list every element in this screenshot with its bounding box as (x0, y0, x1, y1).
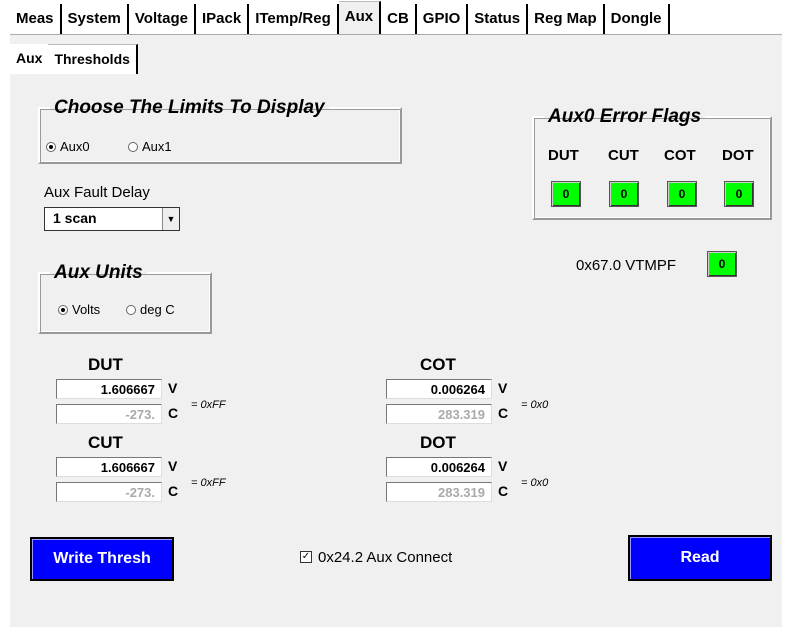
subtab-thresholds[interactable]: Thresholds (48, 44, 138, 75)
radio-aux0-indicator[interactable] (46, 141, 56, 152)
flag-label-dut: DUT (548, 147, 579, 164)
radio-aux0[interactable]: Aux0 (46, 139, 90, 154)
dut-hex-value: = 0xFF (191, 399, 226, 411)
cut-hex-value: = 0xFF (191, 477, 226, 489)
aux-connect-checkbox[interactable]: ✓ 0x24.2 Aux Connect (300, 549, 452, 566)
fault-delay-select[interactable]: 1 scan ▼ (44, 207, 180, 231)
radio-aux1-indicator[interactable] (128, 141, 138, 152)
dot-hex-value: = 0x0 (521, 477, 549, 489)
tab-gpio[interactable]: GPIO (416, 4, 469, 34)
radio-volts[interactable]: Volts (58, 302, 100, 317)
write-thresh-button[interactable]: Write Thresh (30, 537, 174, 581)
checkbox-indicator[interactable]: ✓ (300, 551, 312, 564)
read-button[interactable]: Read (628, 535, 772, 581)
fault-delay-label: Aux Fault Delay (44, 184, 150, 201)
radio-degc-indicator[interactable] (126, 304, 136, 315)
cot-volts-unit: V (498, 380, 508, 396)
flag-led-dut: 0 (551, 181, 581, 207)
tab-meas[interactable]: Meas (10, 4, 62, 34)
dot-celsius-input[interactable]: 283.319 (386, 482, 492, 502)
subtab-aux[interactable]: Aux (10, 44, 49, 74)
radio-volts-label: Volts (72, 302, 101, 317)
radio-aux1[interactable]: Aux1 (128, 139, 172, 154)
dut-celsius-unit: C (168, 405, 179, 421)
vtmpf-led: 0 (707, 251, 737, 277)
radio-volts-indicator[interactable] (58, 304, 68, 315)
cot-celsius-unit: C (498, 405, 509, 421)
cut-title: CUT (88, 433, 123, 452)
dot-celsius-unit: C (498, 483, 509, 499)
tab-aux[interactable]: Aux (338, 1, 382, 35)
radio-degc-label: deg C (140, 302, 175, 317)
cot-hex-value: = 0x0 (521, 399, 549, 411)
tab-ipack[interactable]: IPack (195, 4, 250, 34)
vtmpf-label: 0x67.0 VTMPF (576, 257, 677, 274)
flag-label-cot: COT (664, 147, 696, 164)
cot-title: COT (420, 355, 456, 374)
dot-title: DOT (420, 433, 456, 452)
flag-led-cut: 0 (609, 181, 639, 207)
tab-voltage[interactable]: Voltage (128, 4, 196, 34)
cut-celsius-input[interactable]: -273. (56, 482, 162, 502)
tab-status[interactable]: Status (468, 4, 529, 34)
cut-celsius-unit: C (168, 483, 179, 499)
limits-group: Choose The Limits To Display (38, 97, 402, 164)
tab-reg-map[interactable]: Reg Map (528, 4, 605, 34)
tab-system[interactable]: System (61, 4, 129, 34)
chevron-down-icon[interactable]: ▼ (162, 208, 179, 230)
error-flags-title: Aux0 Error Flags (548, 106, 702, 127)
limits-group-title: Choose The Limits To Display (54, 97, 325, 118)
units-group-title: Aux Units (54, 262, 143, 283)
dot-volts-input[interactable]: 0.006264 (386, 457, 492, 477)
flag-led-dot: 0 (724, 181, 754, 207)
cut-volts-unit: V (168, 458, 178, 474)
units-group: Aux Units (38, 262, 212, 334)
dot-volts-unit: V (498, 458, 508, 474)
flag-label-dot: DOT (722, 147, 754, 164)
dut-volts-input[interactable]: 1.606667 (56, 379, 162, 399)
tab-dongle[interactable]: Dongle (604, 4, 670, 34)
flag-led-cot: 0 (667, 181, 697, 207)
dut-title: DUT (88, 355, 123, 374)
sub-tab-bar: Aux Thresholds (10, 44, 138, 75)
radio-aux0-label: Aux0 (60, 139, 90, 154)
flag-label-cut: CUT (608, 147, 639, 164)
cot-celsius-input[interactable]: 283.319 (386, 404, 492, 424)
dut-volts-unit: V (168, 380, 178, 396)
tab-itemp-reg[interactable]: ITemp/Reg (249, 4, 339, 34)
main-tab-bar: Meas System Voltage IPack ITemp/Reg Aux … (10, 1, 670, 35)
dut-celsius-input[interactable]: -273. (56, 404, 162, 424)
cot-volts-input[interactable]: 0.006264 (386, 379, 492, 399)
tab-cb[interactable]: CB (381, 4, 417, 34)
fault-delay-value: 1 scan (53, 210, 97, 226)
radio-aux1-label: Aux1 (142, 139, 172, 154)
aux-connect-label: 0x24.2 Aux Connect (318, 549, 453, 566)
radio-degc[interactable]: deg C (126, 302, 175, 317)
cut-volts-input[interactable]: 1.606667 (56, 457, 162, 477)
